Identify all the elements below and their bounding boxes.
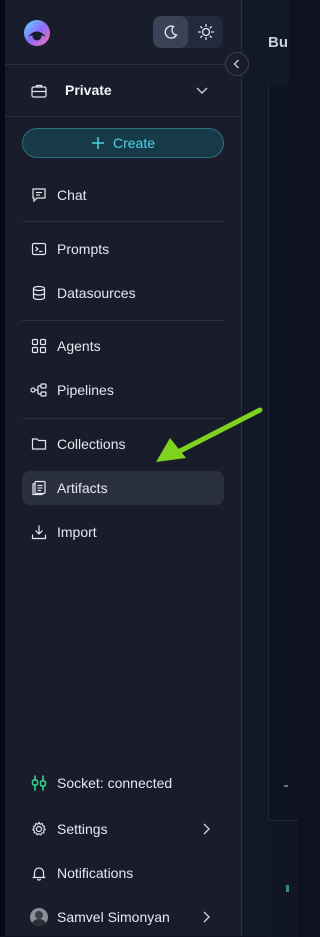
workspace-selector[interactable]: Private — [5, 66, 242, 116]
nav-item-prompts[interactable]: Prompts — [22, 232, 224, 266]
socket-connected-icon — [30, 774, 48, 792]
create-button[interactable]: Create — [22, 128, 224, 158]
divider — [5, 116, 242, 117]
nav-label: Pipelines — [57, 382, 114, 398]
nav-label: Notifications — [57, 865, 134, 881]
collapse-sidebar-button[interactable] — [225, 52, 249, 76]
nav-label: Settings — [57, 821, 108, 837]
nav-label: Prompts — [57, 241, 110, 257]
grid-icon — [30, 337, 48, 355]
avatar — [30, 908, 48, 926]
gear-icon — [30, 820, 48, 838]
chevron-right-icon — [200, 821, 214, 842]
nav-label: Datasources — [57, 285, 136, 301]
page-title: Bu — [268, 34, 288, 51]
light-mode-button[interactable] — [188, 16, 223, 48]
nav-label: Agents — [57, 338, 101, 354]
nav-label: Chat — [57, 187, 87, 203]
nav-item-import[interactable]: Import — [22, 515, 224, 549]
user-name: Samvel Simonyan — [57, 909, 170, 925]
moon-icon — [164, 25, 178, 39]
content-panel — [268, 86, 299, 826]
chevron-down-icon — [194, 82, 210, 103]
chevron-right-icon — [200, 909, 214, 930]
chat-icon — [30, 186, 48, 204]
nav-label: Collections — [57, 436, 126, 452]
folder-icon — [30, 435, 48, 453]
nav-label: Artifacts — [57, 480, 108, 496]
sidebar-header — [5, 0, 242, 64]
logo-icon[interactable] — [22, 18, 52, 48]
import-icon — [30, 523, 48, 541]
nav-item-agents[interactable]: Agents — [22, 329, 224, 363]
annotation-arrow-icon — [156, 407, 263, 462]
socket-label: Socket: connected — [57, 775, 173, 791]
plus-icon — [91, 137, 104, 149]
content-fragment — [286, 885, 289, 892]
content-panel-bottom — [268, 820, 298, 937]
sun-icon — [197, 23, 214, 41]
nav-item-chat[interactable]: Chat — [22, 178, 224, 212]
workspace-label: Private — [65, 82, 112, 98]
divider — [22, 221, 224, 222]
dark-mode-button[interactable] — [153, 16, 188, 48]
create-label: Create — [112, 135, 156, 151]
nav-item-notifications[interactable]: Notifications — [22, 856, 224, 890]
nav-item-settings[interactable]: Settings — [22, 812, 224, 846]
socket-status: Socket: connected — [22, 766, 224, 800]
chevron-left-icon — [233, 59, 239, 69]
database-icon — [30, 284, 48, 302]
theme-switch — [153, 16, 223, 48]
divider — [22, 320, 224, 321]
nav-item-artifacts[interactable]: Artifacts — [22, 471, 224, 505]
nav-label: Import — [57, 524, 97, 540]
prompt-icon — [30, 240, 48, 258]
pipeline-icon — [30, 381, 48, 399]
bell-icon — [30, 864, 48, 882]
user-menu[interactable]: Samvel Simonyan — [22, 900, 224, 934]
content-fragment — [284, 785, 288, 787]
artifact-icon — [30, 479, 48, 497]
briefcase-icon — [30, 82, 48, 105]
nav-item-datasources[interactable]: Datasources — [22, 276, 224, 310]
divider — [5, 64, 242, 65]
